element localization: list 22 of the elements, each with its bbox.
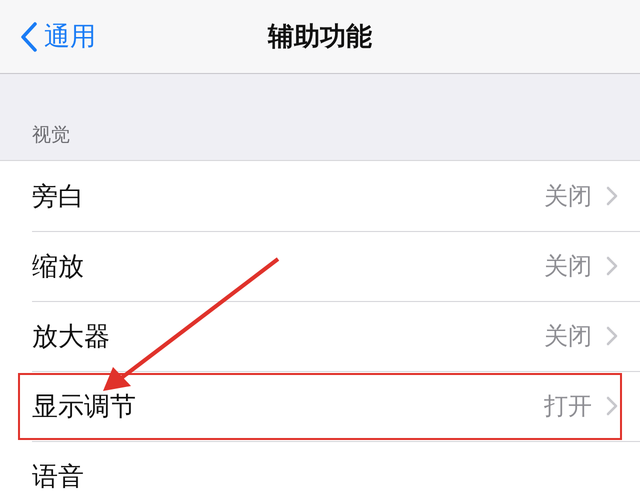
chevron-right-icon <box>606 256 618 276</box>
settings-row[interactable]: 显示调节 打开 <box>0 371 640 441</box>
chevron-right-icon <box>606 326 618 346</box>
settings-row[interactable]: 放大器 关闭 <box>0 301 640 371</box>
row-label: 旁白 <box>32 180 85 214</box>
row-label: 语音 <box>32 460 85 494</box>
chevron-right-icon <box>606 186 618 206</box>
chevron-right-icon <box>606 396 618 416</box>
settings-row[interactable]: 旁白 关闭 <box>0 161 640 231</box>
row-label: 放大器 <box>32 320 111 354</box>
row-value: 关闭 <box>544 181 592 212</box>
nav-title: 辅助功能 <box>268 21 372 54</box>
row-label: 缩放 <box>32 250 85 284</box>
chevron-left-icon <box>20 20 38 52</box>
row-value: 关闭 <box>544 321 592 352</box>
row-value: 关闭 <box>544 251 592 282</box>
settings-row[interactable]: 缩放 关闭 <box>0 231 640 301</box>
row-value: 打开 <box>544 391 592 422</box>
row-label: 显示调节 <box>32 390 137 424</box>
back-button[interactable]: 通用 <box>16 0 100 73</box>
section-header: 视觉 <box>32 123 70 148</box>
settings-row[interactable]: 语音 <box>0 441 640 501</box>
